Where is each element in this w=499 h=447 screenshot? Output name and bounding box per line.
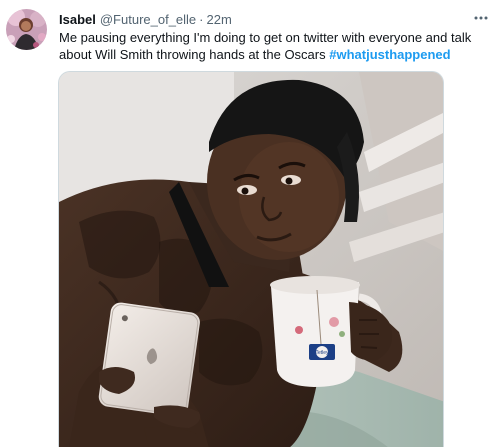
- author-display-name[interactable]: Isabel: [59, 11, 96, 29]
- mug-brand-label: Tetley: [315, 350, 329, 356]
- tweet-header: Isabel @Future_of_elle · 22m: [59, 11, 232, 29]
- hashtag-link[interactable]: #whatjusthappened: [329, 47, 450, 62]
- tweet: Isabel @Future_of_elle · 22m Me pausing …: [0, 0, 499, 447]
- more-horizontal-icon[interactable]: [471, 8, 491, 28]
- author-handle[interactable]: @Future_of_elle: [100, 11, 196, 29]
- tweet-timestamp[interactable]: 22m: [207, 11, 232, 29]
- tweet-media-photo[interactable]: Tetley: [58, 71, 444, 447]
- avatar[interactable]: [6, 9, 47, 50]
- separator-dot: ·: [199, 12, 204, 27]
- tweet-text: Me pausing everything I'm doing to get o…: [59, 29, 479, 63]
